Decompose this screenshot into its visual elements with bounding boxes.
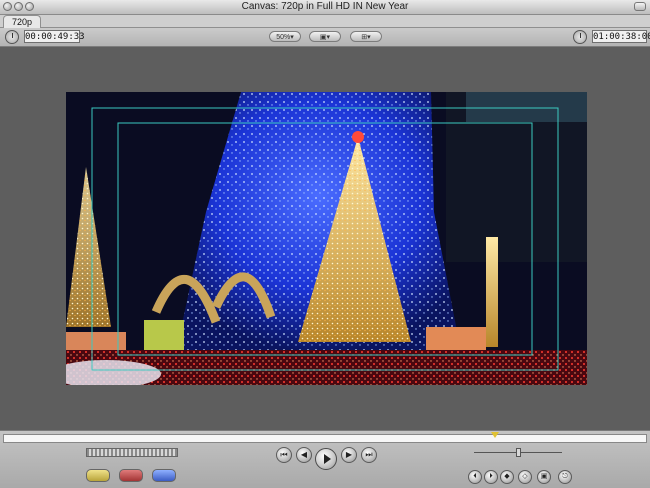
add-keyframe-icon[interactable]: ◆ — [500, 470, 514, 484]
video-frame-image — [66, 92, 587, 385]
go-to-previous-edit-icon[interactable]: ⏴ — [468, 470, 482, 484]
window-titlebar: Canvas: 720p in Full HD IN New Year — [0, 0, 650, 15]
chevron-down-icon: ▾ — [326, 34, 331, 41]
timeline-scrubber[interactable] — [3, 432, 647, 443]
play-icon[interactable] — [315, 448, 337, 470]
tab-720p[interactable]: 720p — [3, 15, 41, 28]
view-popup[interactable]: ▣▾ — [309, 31, 341, 42]
zoom-popup[interactable]: 50%▾ — [269, 31, 301, 42]
jog-knob[interactable] — [516, 448, 521, 457]
toolbar-toggle-icon[interactable] — [634, 2, 646, 11]
jog-control[interactable] — [474, 448, 562, 457]
record-icon[interactable]: ⎋ — [558, 470, 572, 484]
mark-out-icon[interactable] — [119, 469, 143, 482]
current-time-clock-icon — [5, 30, 19, 44]
match-frame-icon[interactable]: ▣ — [537, 470, 551, 484]
split-edit-icon[interactable] — [152, 469, 176, 482]
play-reverse-icon[interactable]: ◀ — [296, 447, 312, 463]
go-to-in-icon[interactable]: ⏮ — [276, 447, 292, 463]
zoom-value: 50% — [276, 34, 291, 41]
transport-controls: ⏮ ◀ ▶ ⏭ ⏴ ⏵ ◆ ◇ ▣ ⎋ — [0, 430, 650, 488]
chevron-down-icon: ▾ — [290, 34, 294, 41]
duration-clock-icon — [573, 30, 587, 44]
go-to-out-icon[interactable]: ⏭ — [361, 447, 377, 463]
playhead-icon[interactable] — [491, 432, 499, 438]
marker-icon[interactable]: ◇ — [518, 470, 532, 484]
view-options-icon: ▣ — [319, 34, 327, 41]
play-forward-icon[interactable]: ▶ — [341, 447, 357, 463]
current-timecode-field[interactable]: 00:00:49:33 — [24, 30, 85, 43]
canvas-toolbar: 00:00:49:33 50%▾ ▣▾ ⊞▾ 01:00:38:00 — [0, 28, 650, 47]
window-title: Canvas: 720p in Full HD IN New Year — [241, 1, 409, 12]
overlay-popup[interactable]: ⊞▾ — [350, 31, 382, 42]
mark-in-icon[interactable] — [86, 469, 110, 482]
chevron-down-icon: ▾ — [367, 34, 371, 41]
go-to-next-edit-icon[interactable]: ⏵ — [484, 470, 498, 484]
duration-timecode-field[interactable]: 01:00:38:00 — [592, 30, 650, 43]
canvas-video-frame[interactable] — [66, 92, 587, 385]
tab-bar: 720p — [0, 15, 650, 28]
shuttle-control[interactable] — [86, 448, 178, 457]
